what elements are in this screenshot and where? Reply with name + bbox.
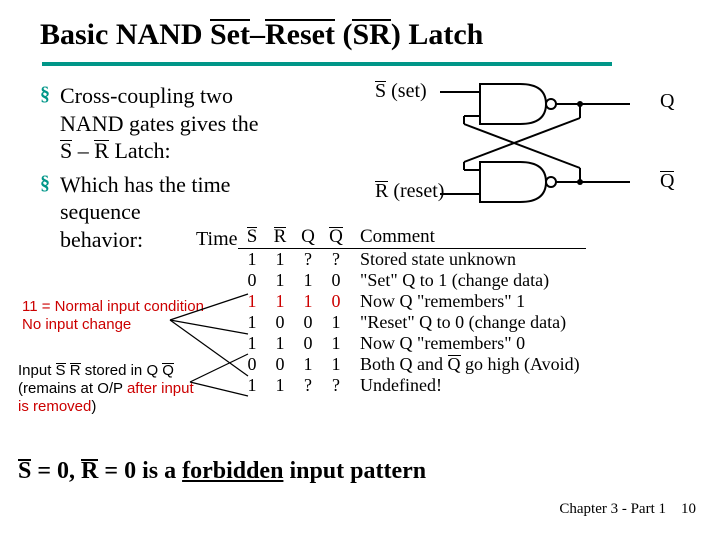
table-header: S R Q Q Comment (238, 226, 586, 249)
forbidden-note: S = 0, R = 0 is a forbidden input patter… (18, 458, 426, 485)
table-row: 1110Now Q "remembers" 1 (238, 291, 586, 312)
table-row: 11??Stored state unknown (238, 249, 586, 271)
truth-table: S R Q Q Comment 11??Stored state unknown… (238, 226, 586, 396)
note-stored: Input S R stored in Q Q (remains at O/P … (18, 362, 194, 416)
signal-r-label: R (reset) (375, 180, 444, 203)
title-divider (42, 62, 612, 66)
bullet-text: Cross-coupling two NAND gates gives the … (60, 82, 259, 165)
table-row: 0110"Set" Q to 1 (change data) (238, 270, 586, 291)
table-row: 1101Now Q "remembers" 0 (238, 333, 586, 354)
table-row: 0011Both Q and Q go high (Avoid) (238, 354, 586, 375)
table-row: 1001"Reset" Q to 0 (change data) (238, 312, 586, 333)
signal-s-label: S (set) (375, 80, 427, 103)
signal-q-label: Q (660, 90, 674, 113)
footer: Chapter 3 - Part 1 10 (559, 501, 696, 518)
bullet-icon: § (40, 171, 50, 195)
table-row: 11??Undefined! (238, 375, 586, 396)
signal-qbar-label: Q (660, 170, 674, 193)
bullet-icon: § (40, 82, 50, 106)
note-normal-input: 11 = Normal input conditionNo input chan… (22, 298, 204, 334)
time-label: Time (196, 228, 238, 251)
slide-title: Basic NAND Set–Reset (SR) Latch (0, 0, 720, 60)
